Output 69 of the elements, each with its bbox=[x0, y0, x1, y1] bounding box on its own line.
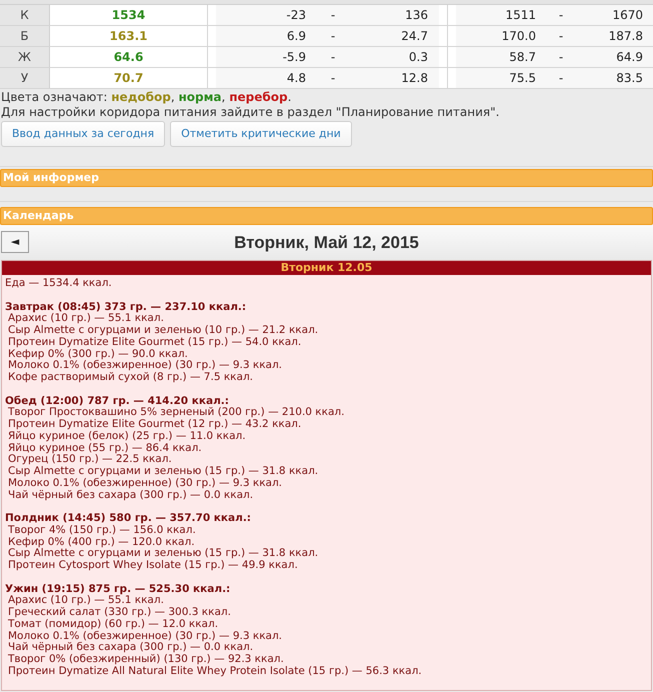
hint-text: Для настройки коридора питания зайдите в раздел "Планирование питания". bbox=[0, 105, 500, 120]
table-cell-text: - bbox=[330, 28, 336, 45]
action-button[interactable]: Отметить критические дни bbox=[170, 121, 352, 147]
meal-title: Полдник (14:45) 580 гр. — 357.70 ккал.: bbox=[5, 513, 252, 525]
food-item: Огурец (150 гр.) — 22.5 ккал. bbox=[7, 454, 172, 466]
food-item: Сыр Almette с огурцами и зеленью (10 гр.) — 21.2 ккал. bbox=[7, 325, 318, 337]
food-item: Чай чёрный без сахара (300 гр.) — 0.0 ккал. bbox=[7, 490, 254, 502]
food-item: Арахис (10 гр.) — 55.1 ккал. bbox=[7, 595, 164, 607]
row-label: У bbox=[0, 68, 50, 88]
table-cell: 1534 bbox=[50, 5, 208, 25]
food-item: Арахис (10 гр.) — 55.1 ккал. bbox=[8, 313, 164, 325]
food-item: Молоко 0.1% (обезжиренное) (30 гр.) — 9.3 ккал. bbox=[7, 478, 282, 490]
table-cell-text: 136 bbox=[404, 7, 428, 24]
table-cell: 64.6 bbox=[50, 47, 208, 67]
meal-title: Обед (12:00) 787 гр. — 414.20 ккал.: bbox=[5, 396, 229, 407]
table-cell-text: 83.5 bbox=[615, 70, 644, 87]
food-item: Сыр Almette с огурцами и зеленью (15 гр.) — 31.8 ккал. bbox=[7, 548, 318, 560]
table-cell-text: 1670 bbox=[611, 7, 644, 24]
table-cell: 70.7 bbox=[50, 68, 208, 88]
food-item: Молоко 0.1% (обезжиренное) (30 гр.) — 9.3 ккал. bbox=[7, 360, 282, 372]
row-label: Б bbox=[0, 26, 50, 46]
table-cell-text: 0.3 bbox=[408, 49, 428, 66]
table-cell-text: 4.8 bbox=[286, 70, 307, 87]
color-legend: Цвета означают: недобор, норма, перебор. bbox=[0, 89, 292, 105]
food-item: Творог 0% (обезжиренный) (130 гр.) — 92.3 ккал. bbox=[7, 654, 284, 666]
meal-title: Ужин (19:15) 875 гр. — 525.30 ккал.: bbox=[5, 584, 230, 595]
table-cell-text: - bbox=[330, 49, 336, 66]
table-cell-text: 1511 bbox=[504, 7, 536, 24]
table-cell-text: - bbox=[558, 49, 564, 66]
table-cell-text: 187.8 bbox=[608, 28, 644, 45]
food-item: Молоко 0.1% (обезжиренное) (30 гр.) — 9.3 ккал. bbox=[7, 630, 282, 642]
food-item: Протеин Dymatize Elite Gourmet (12 гр.) — 43.2 ккал. bbox=[7, 419, 302, 431]
food-item: Кофе растворимый сухой (8 гр.) — 7.5 ккал. bbox=[7, 372, 254, 384]
food-item: Греческий салат (330 гр.) — 300.3 ккал. bbox=[7, 607, 231, 619]
meal-title: Завтрак (08:45) 373 гр. — 237.10 ккал.: bbox=[5, 302, 246, 313]
food-item: Сыр Almette с огурцами и зеленью (15 гр.) — 31.8 ккал. bbox=[7, 466, 318, 478]
table-cell-text: 6.9 bbox=[286, 28, 307, 45]
food-item: Яйцо куриное (белок) (25 гр.) — 11.0 ккал. bbox=[7, 430, 246, 442]
calendar-date: Вторник, Май 12, 2015 bbox=[234, 232, 419, 254]
table-cell-text: - bbox=[558, 7, 564, 24]
food-item: Яйцо куриное (55 гр.) — 86.4 ккал. bbox=[7, 442, 202, 454]
food-item: Кефир 0% (300 гр.) — 90.0 ккал. bbox=[7, 348, 188, 360]
food-item: Творог Простоквашино 5% зерненый (200 гр.) — 210.0 ккал. bbox=[7, 407, 344, 419]
table-cell: 163.1 bbox=[50, 26, 208, 46]
table-cell-text: - bbox=[558, 28, 564, 45]
food-item: Томат (помидор) (60 гр.) — 12.0 ккал. bbox=[7, 618, 218, 630]
food-item: Протеин Dymatize Elite Gourmet (15 гр.) — 54.0 ккал. bbox=[7, 336, 302, 348]
table-cell-text: -5.9 bbox=[282, 49, 307, 66]
table-cell-text: -23 bbox=[285, 7, 307, 24]
food-item: Творог 4% (150 гр.) — 156.0 ккал. bbox=[7, 524, 196, 536]
previous-button[interactable]: ◄ bbox=[1, 231, 29, 253]
row-label: К bbox=[0, 5, 50, 25]
table-cell-text: 12.8 bbox=[400, 70, 428, 87]
table-cell-text: 58.7 bbox=[508, 49, 536, 66]
table-cell-text: 24.7 bbox=[400, 28, 428, 45]
table-cell-text: 170.0 bbox=[500, 28, 536, 45]
food-item: Протеин Cytosport Whey Isolate (15 гр.) — 49.9 ккал. bbox=[7, 560, 298, 572]
food-item: Чай чёрный без сахара (300 гр.) — 0.0 ккал. bbox=[7, 642, 254, 654]
table-cell-text: 75.5 bbox=[508, 70, 536, 87]
table-cell-text: - bbox=[558, 70, 564, 87]
day-header: Вторник 12.05 bbox=[2, 261, 651, 275]
food-item: Протеин Dymatize All Natural Elite Whey Protein Isolate (15 гр.) — 56.3 ккал. bbox=[7, 666, 422, 678]
day-total: Еда — 1534.4 ккал. bbox=[5, 278, 112, 290]
action-button[interactable]: Ввод данных за сегодня bbox=[1, 121, 166, 147]
table-cell-text: - bbox=[330, 7, 336, 24]
food-item: Кефир 0% (400 гр.) — 120.0 ккал. bbox=[7, 536, 195, 548]
table-cell-text: 64.9 bbox=[615, 49, 644, 66]
table-cell-text: - bbox=[330, 70, 336, 87]
row-label: Ж bbox=[0, 47, 50, 67]
